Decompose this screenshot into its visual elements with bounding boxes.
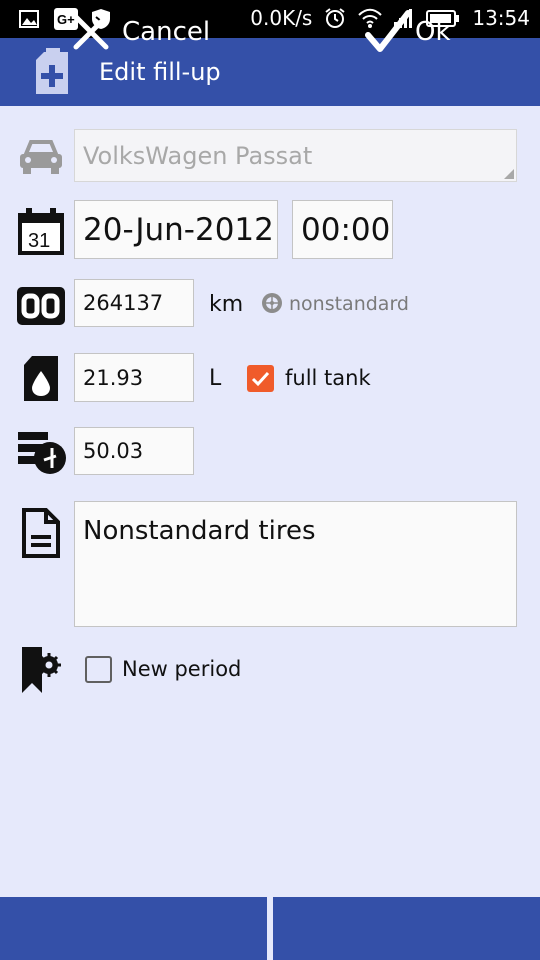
new-period-label[interactable]: New period: [122, 657, 241, 681]
tire-icon[interactable]: [261, 292, 283, 314]
close-icon: [72, 13, 110, 51]
fuel-amount-value: 21.93: [83, 365, 144, 390]
document-icon: [16, 508, 66, 558]
odometer-icon: [16, 281, 66, 331]
price-value: 50.03: [83, 439, 144, 463]
vehicle-spinner[interactable]: VolksWagen Passat: [74, 129, 517, 182]
button-divider: [267, 897, 273, 960]
full-tank-label[interactable]: full tank: [285, 366, 371, 390]
svg-text:31: 31: [28, 230, 50, 252]
fuel-amount-input[interactable]: 21.93: [74, 353, 194, 402]
tire-label[interactable]: nonstandard: [289, 293, 409, 315]
new-period-checkbox[interactable]: [85, 656, 112, 683]
fuel-drop-icon: [16, 353, 66, 403]
odometer-input[interactable]: 264137: [74, 279, 194, 327]
price-input[interactable]: 50.03: [74, 427, 194, 475]
cancel-button[interactable]: Cancel: [0, 0, 267, 63]
odometer-unit: km: [209, 292, 244, 317]
fuel-unit: L: [209, 366, 222, 391]
note-value: Nonstandard tires: [83, 516, 316, 546]
price-icon: [16, 426, 66, 476]
date-field[interactable]: 20-Jun-2012: [74, 200, 278, 259]
date-value: 20-Jun-2012: [83, 211, 274, 248]
check-mark-icon: [251, 371, 270, 387]
vehicle-value: VolksWagen Passat: [83, 141, 313, 170]
bookmark-settings-icon: [16, 645, 66, 695]
dropdown-corner-icon: [504, 169, 514, 179]
time-value: 00:00: [301, 211, 391, 248]
odometer-value: 264137: [83, 291, 164, 315]
ok-label: Ok: [415, 16, 451, 47]
note-textarea[interactable]: Nonstandard tires: [74, 501, 517, 627]
check-icon: [365, 9, 411, 55]
cancel-label: Cancel: [122, 16, 211, 47]
time-field[interactable]: 00:00: [292, 200, 393, 259]
car-icon: [16, 132, 66, 182]
ok-button[interactable]: Ok: [273, 0, 540, 63]
full-tank-checkbox[interactable]: [247, 365, 274, 392]
calendar-icon: 31: [16, 207, 66, 257]
